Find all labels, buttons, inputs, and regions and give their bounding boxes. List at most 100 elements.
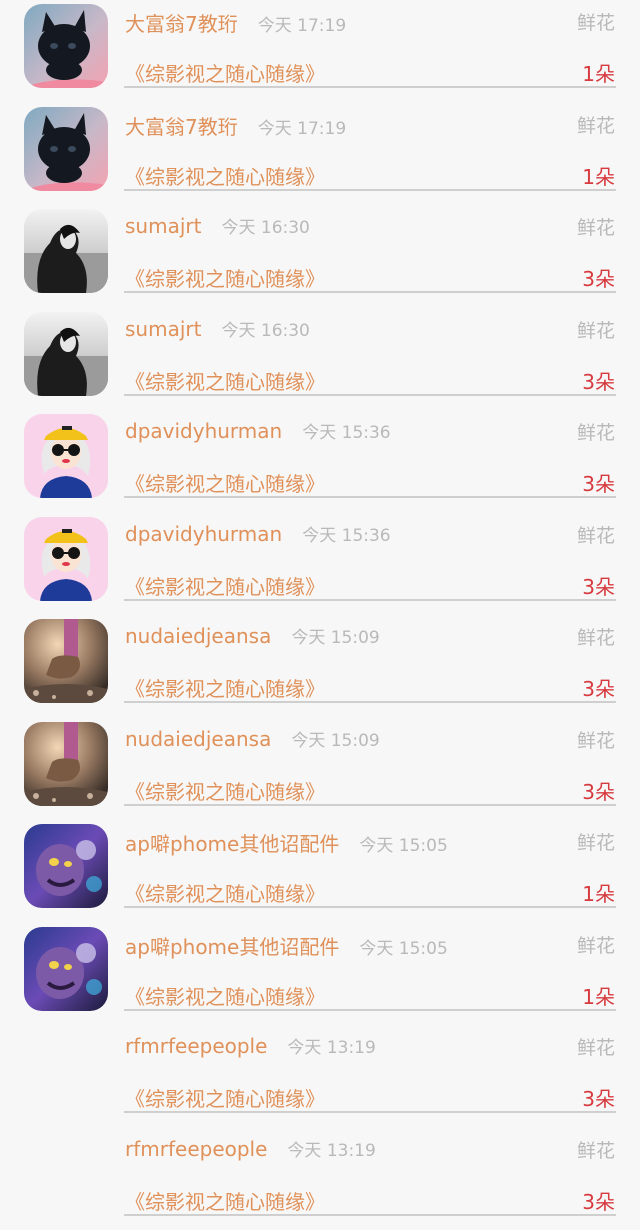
list-item[interactable]: sumajrt 今天 16:30 鲜花 《综影视之随心随缘》 3朵: [0, 205, 640, 308]
list-item[interactable]: rfmrfeepeople 今天 13:19 鲜花 《综影视之随心随缘》 3朵: [0, 1025, 640, 1128]
gift-type: 鲜花: [577, 623, 615, 650]
gift-count: 3朵: [582, 776, 615, 805]
gift-type: 鲜花: [577, 8, 615, 35]
game-character-image: [24, 824, 108, 908]
avatar[interactable]: [24, 824, 108, 908]
avatar[interactable]: [24, 927, 108, 1011]
timestamp: 今天 16:30: [221, 213, 309, 238]
gift-type: 鲜花: [577, 1136, 615, 1163]
avatar[interactable]: [24, 4, 108, 88]
user-name[interactable]: sumajrt: [125, 214, 201, 238]
timestamp: 今天 17:19: [258, 11, 346, 36]
gift-type: 鲜花: [577, 418, 615, 445]
list-item[interactable]: 大富翁7教珩 今天 17:19 鲜花 《综影视之随心随缘》 1朵: [0, 103, 640, 206]
user-name[interactable]: nudaiedjeansa: [125, 727, 271, 751]
gift-type: 鲜花: [577, 1033, 615, 1060]
avatar[interactable]: [24, 107, 108, 191]
user-name[interactable]: nudaiedjeansa: [125, 624, 271, 648]
avatar[interactable]: [24, 722, 108, 806]
book-title[interactable]: 《综影视之随心随缘》: [125, 1083, 325, 1112]
gift-type: 鲜花: [577, 521, 615, 548]
user-name[interactable]: 大富翁7教珩: [125, 8, 238, 37]
cat-avatar-image: [24, 107, 108, 191]
user-name[interactable]: rfmrfeepeople: [125, 1137, 267, 1161]
timestamp: 今天 15:05: [359, 831, 447, 856]
gift-count: 1朵: [582, 161, 615, 190]
list-item[interactable]: ap噼phome其他诏配件 今天 15:05 鲜花 《综影视之随心随缘》 1朵: [0, 820, 640, 923]
gift-count: 3朵: [582, 673, 615, 702]
gift-count: 3朵: [582, 1083, 615, 1112]
avatar[interactable]: [24, 619, 108, 703]
divider: [124, 599, 616, 601]
list-item[interactable]: nudaiedjeansa 今天 15:09 鲜花 《综影视之随心随缘》 3朵: [0, 615, 640, 718]
book-title[interactable]: 《综影视之随心随缘》: [125, 981, 325, 1010]
divider: [124, 804, 616, 806]
user-name[interactable]: 大富翁7教珩: [125, 111, 238, 140]
gift-type: 鲜花: [577, 213, 615, 240]
gift-count: 3朵: [582, 468, 615, 497]
timestamp: 今天 15:05: [359, 934, 447, 959]
book-title[interactable]: 《综影视之随心随缘》: [125, 1186, 325, 1215]
user-name[interactable]: sumajrt: [125, 317, 201, 341]
list-item[interactable]: 大富翁7教珩 今天 17:19 鲜花 《综影视之随心随缘》 1朵: [0, 0, 640, 103]
portrait-avatar-image: [24, 312, 108, 396]
list-item[interactable]: dpavidyhurman 今天 15:36 鲜花 《综影视之随心随缘》 3朵: [0, 513, 640, 616]
divider: [124, 701, 616, 703]
book-title[interactable]: 《综影视之随心随缘》: [125, 58, 325, 87]
gift-count: 1朵: [582, 981, 615, 1010]
list-item[interactable]: nudaiedjeansa 今天 15:09 鲜花 《综影视之随心随缘》 3朵: [0, 718, 640, 821]
book-title[interactable]: 《综影视之随心随缘》: [125, 366, 325, 395]
avatar[interactable]: [24, 1132, 108, 1216]
gift-type: 鲜花: [577, 828, 615, 855]
user-name[interactable]: ap噼phome其他诏配件: [125, 828, 339, 857]
gift-count: 1朵: [582, 58, 615, 87]
gift-type: 鲜花: [577, 931, 615, 958]
divider: [124, 906, 616, 908]
shoe-photo-image: [24, 619, 108, 703]
avatar[interactable]: [24, 312, 108, 396]
timestamp: 今天 17:19: [258, 114, 346, 139]
user-name-line: rfmrfeepeople 今天 13:19: [125, 1136, 376, 1161]
avatar[interactable]: [24, 414, 108, 498]
book-title[interactable]: 《综影视之随心随缘》: [125, 571, 325, 600]
user-name-line: 大富翁7教珩 今天 17:19: [125, 111, 346, 140]
book-title[interactable]: 《综影视之随心随缘》: [125, 161, 325, 190]
list-item[interactable]: sumajrt 今天 16:30 鲜花 《综影视之随心随缘》 3朵: [0, 308, 640, 411]
avatar[interactable]: [24, 517, 108, 601]
avatar[interactable]: [24, 209, 108, 293]
user-name-line: rfmrfeepeople 今天 13:19: [125, 1033, 376, 1058]
user-name-line: ap噼phome其他诏配件 今天 15:05: [125, 931, 448, 960]
gift-record-list: 大富翁7教珩 今天 17:19 鲜花 《综影视之随心随缘》 1朵: [0, 0, 640, 1230]
user-name-line: sumajrt 今天 16:30: [125, 213, 310, 238]
list-item[interactable]: dpavidyhurman 今天 15:36 鲜花 《综影视之随心随缘》 3朵: [0, 410, 640, 513]
divider: [124, 496, 616, 498]
gift-count: 3朵: [582, 366, 615, 395]
timestamp: 今天 15:09: [291, 726, 379, 751]
user-name-line: ap噼phome其他诏配件 今天 15:05: [125, 828, 448, 857]
book-title[interactable]: 《综影视之随心随缘》: [125, 468, 325, 497]
user-name[interactable]: dpavidyhurman: [125, 419, 282, 443]
shoe-photo-image: [24, 722, 108, 806]
timestamp: 今天 13:19: [287, 1136, 375, 1161]
user-name[interactable]: ap噼phome其他诏配件: [125, 931, 339, 960]
book-title[interactable]: 《综影视之随心随缘》: [125, 673, 325, 702]
timestamp: 今天 15:09: [291, 623, 379, 648]
user-name[interactable]: dpavidyhurman: [125, 522, 282, 546]
timestamp: 今天 16:30: [221, 316, 309, 341]
book-title[interactable]: 《综影视之随心随缘》: [125, 878, 325, 907]
cartoon-avatar-image: [24, 517, 108, 601]
divider: [124, 394, 616, 396]
gift-type: 鲜花: [577, 726, 615, 753]
list-item[interactable]: rfmrfeepeople 今天 13:19 鲜花 《综影视之随心随缘》 3朵: [0, 1128, 640, 1230]
book-title[interactable]: 《综影视之随心随缘》: [125, 263, 325, 292]
divider: [124, 1111, 616, 1113]
cartoon-avatar-image: [24, 414, 108, 498]
avatar[interactable]: [24, 1029, 108, 1113]
book-title[interactable]: 《综影视之随心随缘》: [125, 776, 325, 805]
list-item[interactable]: ap噼phome其他诏配件 今天 15:05 鲜花 《综影视之随心随缘》 1朵: [0, 923, 640, 1026]
gift-count: 3朵: [582, 1186, 615, 1215]
game-character-image: [24, 927, 108, 1011]
user-name-line: dpavidyhurman 今天 15:36: [125, 418, 391, 443]
user-name[interactable]: rfmrfeepeople: [125, 1034, 267, 1058]
gift-type: 鲜花: [577, 111, 615, 138]
